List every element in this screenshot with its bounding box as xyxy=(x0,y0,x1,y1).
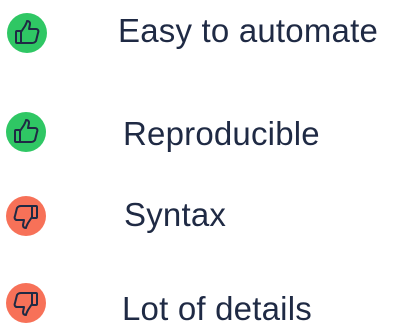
thumbs-down-icon xyxy=(6,196,46,236)
list-item-easy-to-automate: Easy to automate xyxy=(0,1,408,61)
thumbs-up-icon xyxy=(7,13,47,53)
list-item-label: Reproducible xyxy=(123,115,320,152)
list-item-reproducible: Reproducible xyxy=(0,100,408,160)
thumbs-down-icon xyxy=(6,283,46,323)
list-item-label: Easy to automate xyxy=(118,12,379,49)
list-item-label: Syntax xyxy=(124,196,227,233)
pros-cons-list: Easy to automate Reproducible Syntax Lot… xyxy=(0,0,408,335)
list-item-syntax: Syntax xyxy=(0,191,408,251)
thumbs-up-icon xyxy=(6,112,46,152)
list-item-label: Lot of details xyxy=(122,290,312,327)
list-item-lot-of-details: Lot of details xyxy=(0,279,408,335)
